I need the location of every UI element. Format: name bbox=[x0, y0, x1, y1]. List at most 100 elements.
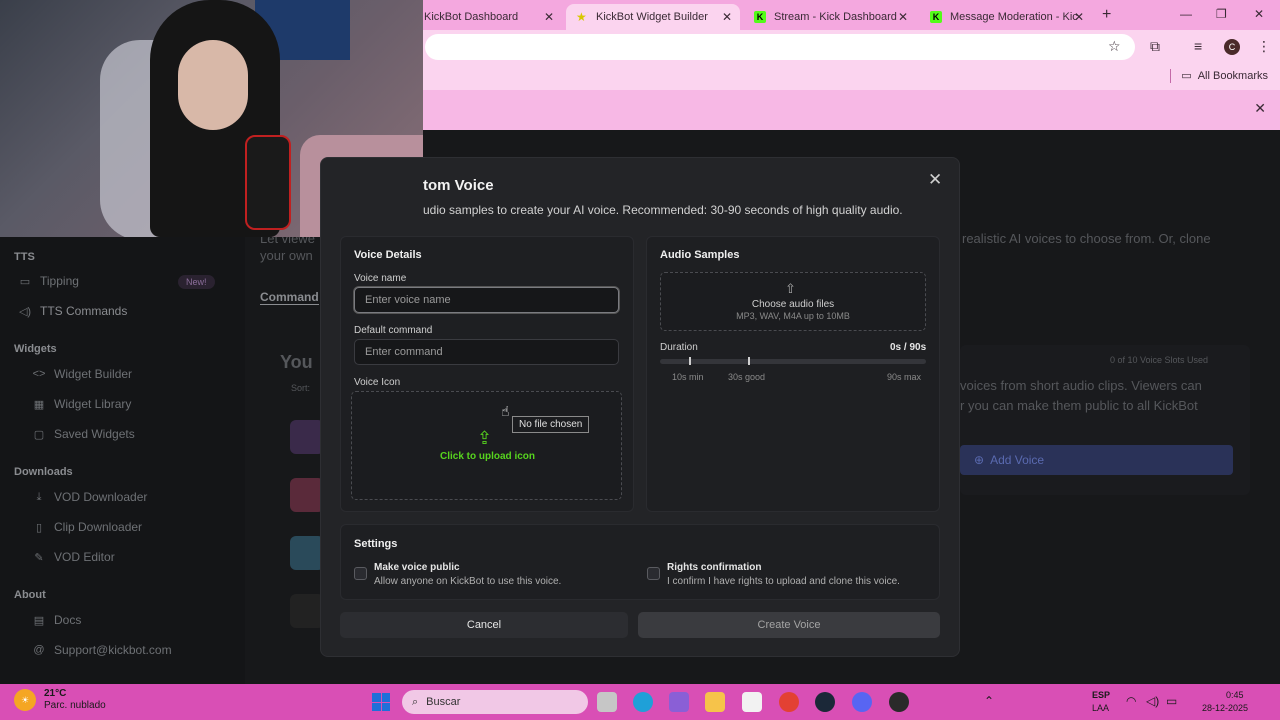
voice-name-label: Voice name bbox=[354, 273, 407, 284]
taskbar-search[interactable]: ⌕ Buscar bbox=[402, 690, 588, 714]
bg-intro-line2: your own bbox=[260, 248, 313, 263]
voice-name-placeholder: Enter voice name bbox=[365, 294, 451, 306]
tab-label: KickBot Dashboard bbox=[424, 11, 519, 23]
tab-message-moderation[interactable]: K Message Moderation - Kic ✕ bbox=[920, 4, 1092, 30]
sidebar-heading-downloads: Downloads bbox=[14, 466, 73, 478]
close-tab-icon[interactable]: ✕ bbox=[1074, 10, 1084, 24]
wifi-icon[interactable]: ◠ bbox=[1126, 694, 1136, 708]
bookmark-star-icon[interactable]: ☆ bbox=[1108, 38, 1121, 55]
chrome-icon[interactable] bbox=[779, 692, 799, 712]
file-explorer-icon[interactable] bbox=[705, 692, 725, 712]
voice-icon-label: Voice Icon bbox=[354, 377, 401, 388]
language-code[interactable]: ESP bbox=[1092, 690, 1110, 700]
steam-icon[interactable] bbox=[815, 692, 835, 712]
make-public-title: Make voice public bbox=[374, 562, 460, 573]
tab-kick-stream-dashboard[interactable]: K Stream - Kick Dashboard ✕ bbox=[744, 4, 916, 30]
audio-formats-text: MP3, WAV, M4A up to 10MB bbox=[736, 311, 850, 321]
default-command-input[interactable]: Enter command bbox=[354, 339, 619, 365]
tipping-icon: ▭ bbox=[19, 275, 31, 288]
upload-icon: ⇪ bbox=[477, 428, 493, 448]
rights-confirmation-checkbox[interactable] bbox=[647, 567, 660, 580]
obs-icon[interactable] bbox=[889, 692, 909, 712]
close-tab-icon[interactable]: ✕ bbox=[544, 10, 554, 24]
close-tab-icon[interactable]: ✕ bbox=[722, 10, 732, 24]
voice-name-input[interactable]: Enter voice name bbox=[354, 287, 619, 313]
copilot-icon[interactable] bbox=[669, 692, 689, 712]
volume-icon[interactable]: ◁) bbox=[1146, 694, 1159, 708]
all-bookmarks-button[interactable]: ▭ All Bookmarks bbox=[1181, 69, 1268, 83]
close-icon[interactable]: ✕ bbox=[928, 170, 942, 190]
edge-icon[interactable] bbox=[633, 692, 653, 712]
modal-title: tom Voice bbox=[423, 177, 494, 194]
mouse-cursor-icon: ☝ bbox=[501, 403, 510, 419]
clip-icon: ▯ bbox=[35, 521, 43, 534]
duration-good-label: 30s good bbox=[728, 372, 766, 382]
make-public-checkbox[interactable] bbox=[354, 567, 367, 580]
duration-min-marker bbox=[689, 357, 691, 365]
rights-confirmation-title: Rights confirmation bbox=[667, 562, 762, 573]
saved-icon: ▢ bbox=[33, 428, 45, 441]
media-controls-icon[interactable]: ≡ bbox=[1194, 38, 1202, 54]
sidebar-item-vod-editor[interactable]: ✎ VOD Editor bbox=[32, 550, 115, 564]
window-close-icon[interactable]: ✕ bbox=[1254, 7, 1264, 21]
voice-details-heading: Voice Details bbox=[354, 249, 422, 261]
sidebar-item-support[interactable]: @ Support@kickbot.com bbox=[32, 643, 171, 657]
duration-min-label: 10s min bbox=[672, 372, 704, 382]
taskbar-search-label: Buscar bbox=[426, 696, 461, 708]
menu-kebab-icon[interactable]: ⋮ bbox=[1257, 38, 1271, 55]
pencil-icon: ✎ bbox=[34, 551, 44, 564]
sidebar-item-tts-commands[interactable]: ◁) TTS Commands bbox=[18, 304, 127, 318]
tab-widget-builder[interactable]: ★ KickBot Widget Builder ✕ bbox=[566, 4, 740, 30]
bg-right-text: realistic AI voices to choose from. Or, … bbox=[962, 231, 1211, 246]
at-icon: @ bbox=[33, 644, 45, 656]
duration-max-label: 90s max bbox=[887, 372, 922, 382]
create-voice-button[interactable]: Create Voice bbox=[638, 612, 940, 638]
sidebar-item-label: Docs bbox=[54, 613, 82, 627]
bg-your-heading: You bbox=[280, 352, 313, 372]
sidebar-item-saved-widgets[interactable]: ▢ Saved Widgets bbox=[32, 427, 135, 441]
upload-icon-text[interactable]: Click to upload icon bbox=[440, 451, 535, 462]
weather-widget[interactable]: ☀ 21°C Parc. nublado bbox=[14, 688, 106, 712]
sidebar-item-clip-downloader[interactable]: ▯ Clip Downloader bbox=[32, 520, 142, 534]
chevron-up-icon[interactable]: ⌃ bbox=[984, 694, 994, 708]
new-tab-icon[interactable]: + bbox=[1102, 6, 1111, 24]
streamer-face bbox=[178, 40, 248, 130]
search-icon: ⌕ bbox=[412, 695, 419, 708]
task-view-icon[interactable] bbox=[597, 692, 617, 712]
minimize-icon[interactable]: — bbox=[1180, 7, 1192, 21]
kick-logo-icon: K bbox=[930, 11, 942, 23]
sidebar-item-tipping[interactable]: ▭ Tipping bbox=[18, 274, 79, 288]
sidebar-item-docs[interactable]: ▤ Docs bbox=[32, 613, 82, 627]
tab-kickbot-dashboard[interactable]: KickBot Dashboard ✕ bbox=[414, 4, 562, 30]
battery-icon[interactable]: ▭ bbox=[1166, 694, 1177, 708]
banner-close-icon[interactable]: ✕ bbox=[1254, 100, 1266, 117]
cancel-button[interactable]: Cancel bbox=[340, 612, 628, 638]
restore-icon[interactable]: ❐ bbox=[1216, 7, 1227, 21]
sidebar-item-label: VOD Editor bbox=[54, 550, 115, 564]
keyboard-layout[interactable]: LAA bbox=[1092, 703, 1109, 713]
url-input[interactable] bbox=[425, 34, 1135, 60]
extensions-icon[interactable]: ⧉ bbox=[1150, 38, 1160, 55]
default-command-placeholder: Enter command bbox=[365, 346, 443, 358]
clock-time[interactable]: 0:45 bbox=[1226, 690, 1244, 700]
bg-slots-label: 0 of 10 Voice Slots Used bbox=[1110, 355, 1209, 365]
upload-icon: ⇧ bbox=[785, 281, 796, 296]
bg-voice-thumbnail bbox=[290, 536, 324, 570]
clock-date[interactable]: 28-12-2025 bbox=[1202, 703, 1248, 713]
sidebar-item-vod-downloader[interactable]: ⤓ VOD Downloader bbox=[32, 490, 148, 504]
store-icon[interactable] bbox=[742, 692, 762, 712]
close-tab-icon[interactable]: ✕ bbox=[898, 10, 908, 24]
sidebar-item-widget-library[interactable]: ▦ Widget Library bbox=[32, 397, 132, 411]
windows-start-icon[interactable] bbox=[372, 693, 390, 711]
microphone bbox=[245, 135, 291, 230]
sidebar-item-label: Saved Widgets bbox=[54, 427, 135, 441]
new-badge: New! bbox=[178, 275, 215, 289]
sidebar-item-widget-builder[interactable]: <> Widget Builder bbox=[32, 367, 132, 381]
discord-icon[interactable] bbox=[852, 692, 872, 712]
make-public-desc: Allow anyone on KickBot to use this voic… bbox=[374, 576, 562, 587]
profile-avatar[interactable]: C bbox=[1224, 39, 1240, 55]
sidebar-item-label: Tipping bbox=[40, 274, 79, 288]
all-bookmarks-label: All Bookmarks bbox=[1197, 69, 1268, 82]
bg-add-voice-button: ⊕ Add Voice bbox=[960, 445, 1233, 475]
modal-subtitle: udio samples to create your AI voice. Re… bbox=[423, 203, 903, 217]
